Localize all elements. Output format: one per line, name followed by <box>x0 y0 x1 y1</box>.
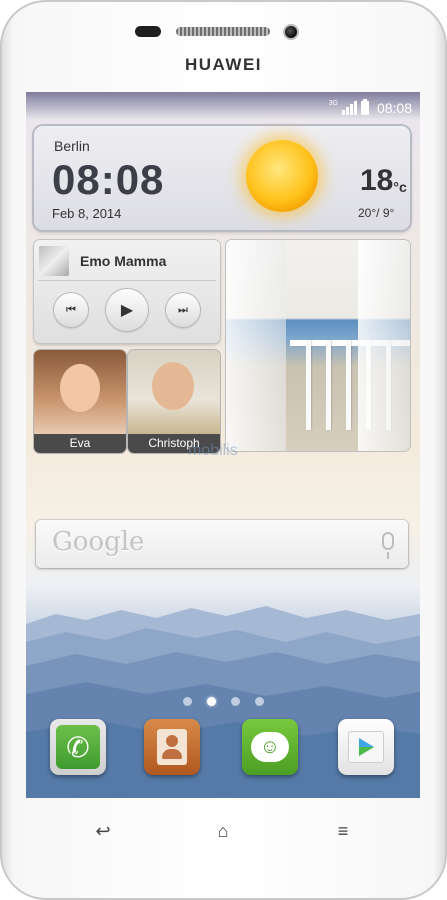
brand-logo: HUAWEI <box>185 55 262 74</box>
current-temperature: 18°c <box>360 164 407 197</box>
face <box>60 364 100 412</box>
widget-time: 08:08 <box>52 156 165 203</box>
widget-date: Feb 8, 2014 <box>52 206 122 221</box>
music-widget[interactable]: Emo Mamma ⏮ ▶ ⏭ <box>34 240 220 343</box>
microphone-icon[interactable] <box>382 532 394 559</box>
previous-button[interactable]: ⏮ <box>54 293 88 327</box>
photo-widget[interactable] <box>226 240 410 451</box>
page-dot <box>182 697 192 706</box>
message-icon[interactable]: ☺ <box>242 719 298 775</box>
contact-christoph[interactable]: Christoph <box>128 350 220 453</box>
contact-name: Eva <box>34 434 126 453</box>
earpiece-speaker <box>176 27 270 36</box>
page-dot-active <box>206 697 216 706</box>
phone-glyph: ✆ <box>56 725 100 769</box>
proximity-sensor <box>135 26 161 37</box>
curtain-left <box>226 240 286 451</box>
temperature-range: 20°/ 9° <box>358 206 395 220</box>
album-art <box>39 246 69 276</box>
weather-clock-widget[interactable]: Berlin 08:08 Feb 8, 2014 18°c 20°/ 9° <box>34 126 410 230</box>
page-dot <box>230 697 240 706</box>
google-logo: Google <box>52 527 145 557</box>
menu-key[interactable]: ≡ <box>326 820 360 842</box>
network-type: 3G <box>328 99 338 107</box>
page-dot <box>254 697 264 706</box>
battery-icon <box>360 99 369 115</box>
phone-icon[interactable]: ✆ <box>50 719 106 775</box>
play-button[interactable]: ▶ <box>106 289 148 331</box>
signal-icon <box>341 101 357 115</box>
status-clock: 08:08 <box>376 100 412 116</box>
play-store-icon[interactable] <box>338 719 394 775</box>
message-glyph: ☺ <box>251 732 289 762</box>
contacts-glyph <box>157 729 187 765</box>
track-title: Emo Mamma <box>80 253 167 269</box>
rail-post <box>306 340 311 430</box>
contact-eva[interactable]: Eva <box>34 350 126 453</box>
phone-body: HUAWEI 3G 08:08 Berlin 08:08 Feb 8, 2014… <box>0 0 447 900</box>
sun-icon <box>246 140 318 212</box>
google-search-bar[interactable]: Google <box>36 520 408 568</box>
face <box>152 362 194 410</box>
page-indicator <box>26 697 420 706</box>
home-key[interactable]: ⌂ <box>206 820 240 842</box>
rail-post <box>326 340 331 430</box>
status-icons: 3G 08:08 <box>329 98 412 118</box>
weather-city: Berlin <box>54 138 90 154</box>
back-key[interactable]: ↩ <box>86 820 120 842</box>
next-button[interactable]: ⏭ <box>166 293 200 327</box>
watermark: mobilis <box>188 442 238 459</box>
music-divider <box>38 280 216 281</box>
front-camera <box>283 24 299 40</box>
rail-post <box>346 340 351 430</box>
contacts-icon[interactable] <box>144 719 200 775</box>
contact-photo <box>34 350 126 434</box>
contact-photo <box>128 350 220 434</box>
curtain-right <box>358 240 410 451</box>
home-screen[interactable]: 3G 08:08 Berlin 08:08 Feb 8, 2014 18°c 2… <box>26 92 420 798</box>
play-store-glyph <box>348 731 384 763</box>
